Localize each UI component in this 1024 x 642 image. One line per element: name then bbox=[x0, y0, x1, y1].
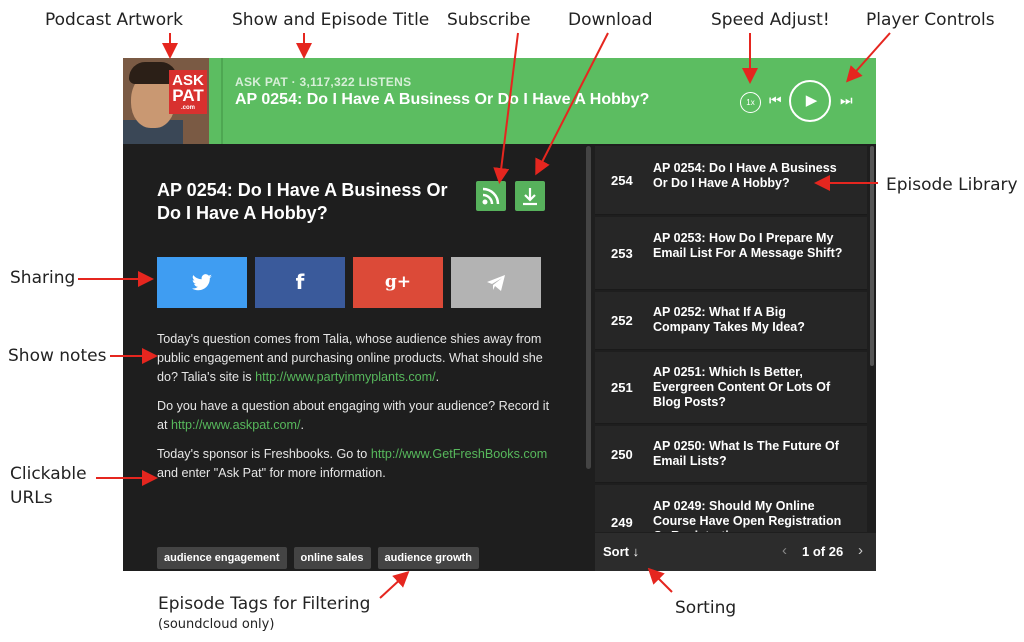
episode-number: 254 bbox=[611, 173, 633, 188]
podcast-player: ASK PAT .com ASK PAT · 3,117,322 LISTENS… bbox=[123, 58, 876, 571]
episode-library: 254 AP 0254: Do I Have A Business Or Do … bbox=[595, 146, 867, 532]
notes-paragraph-1: Today's question comes from Talia, whose… bbox=[157, 330, 557, 387]
callout-player-controls: Player Controls bbox=[866, 10, 995, 30]
library-row[interactable]: 249 AP 0249: Should My Online Course Hav… bbox=[595, 485, 867, 532]
download-button[interactable] bbox=[515, 181, 545, 211]
header-divider bbox=[221, 58, 223, 144]
chevron-left-icon[interactable]: ‹ bbox=[782, 542, 787, 559]
episode-title-item: AP 0251: Which Is Better, Evergreen Cont… bbox=[653, 365, 831, 409]
library-row[interactable]: 252 AP 0252: What If A Big Company Takes… bbox=[595, 292, 867, 350]
callout-show-episode-title: Show and Episode Title bbox=[232, 10, 430, 30]
tag-audience-growth[interactable]: audience growth bbox=[377, 547, 479, 569]
speed-adjust-button[interactable]: 1x bbox=[740, 92, 761, 113]
episode-tags: audience engagement online sales audience … bbox=[157, 547, 486, 569]
callout-clickable-urls-2: URLs bbox=[10, 488, 53, 508]
callout-sharing: Sharing bbox=[10, 268, 76, 288]
callout-soundcloud-only: (soundcloud only) bbox=[158, 617, 275, 632]
notes-link-askpat[interactable]: http://www.askpat.com/ bbox=[171, 418, 301, 432]
callout-podcast-artwork: Podcast Artwork bbox=[45, 10, 183, 30]
library-row[interactable]: 250 AP 0250: What Is The Future Of Email… bbox=[595, 426, 867, 483]
episode-number: 249 bbox=[611, 515, 633, 530]
callout-episode-tags: Episode Tags for Filtering bbox=[158, 594, 371, 614]
library-row[interactable]: 254 AP 0254: Do I Have A Business Or Do … bbox=[595, 146, 867, 215]
episode-title-item: AP 0250: What Is The Future Of Email Lis… bbox=[653, 439, 839, 468]
notes-link-getfreshbooks[interactable]: http://www.GetFreshBooks.com bbox=[371, 447, 547, 461]
notes-paragraph-2: Do you have a question about engaging wi… bbox=[157, 397, 557, 435]
callout-sorting: Sorting bbox=[675, 598, 737, 618]
player-header: ASK PAT .com ASK PAT · 3,117,322 LISTENS… bbox=[123, 58, 876, 144]
episode-title-item: AP 0254: Do I Have A Business Or Do I Ha… bbox=[653, 161, 837, 190]
notes-text: . bbox=[435, 370, 440, 384]
arrow-down-icon: ↓ bbox=[632, 544, 640, 559]
callout-show-notes: Show notes bbox=[8, 346, 107, 366]
callout-episode-library: Episode Library bbox=[886, 175, 1018, 195]
chevron-right-icon[interactable]: › bbox=[858, 542, 863, 559]
episode-title-item: AP 0249: Should My Online Course Have Op… bbox=[653, 499, 842, 532]
show-notes: Today's question comes from Talia, whose… bbox=[157, 330, 557, 493]
notes-paragraph-3: Today's sponsor is Freshbooks. Go to htt… bbox=[157, 445, 557, 483]
next-icon[interactable]: ⏭ bbox=[840, 92, 853, 109]
episode-title-item: AP 0252: What If A Big Company Takes My … bbox=[653, 305, 805, 334]
callout-speed-adjust: Speed Adjust! bbox=[711, 10, 830, 30]
episode-number: 253 bbox=[611, 246, 633, 261]
subscribe-button[interactable] bbox=[476, 181, 506, 211]
share-telegram-button[interactable] bbox=[451, 257, 541, 308]
library-footer: Sort ↓ ‹ 1 of 26 › bbox=[595, 533, 876, 571]
facebook-icon: f bbox=[295, 270, 305, 294]
episode-number: 252 bbox=[611, 313, 633, 328]
tag-online-sales[interactable]: online sales bbox=[293, 547, 371, 569]
notes-text: . bbox=[300, 418, 305, 432]
askpat-logo: ASK PAT .com bbox=[169, 70, 207, 114]
library-row[interactable]: 253 AP 0253: How Do I Prepare My Email L… bbox=[595, 217, 867, 290]
previous-icon[interactable]: ⏮ bbox=[769, 92, 782, 109]
library-row[interactable]: 251 AP 0251: Which Is Better, Evergreen … bbox=[595, 352, 867, 424]
library-scrollbar[interactable] bbox=[870, 146, 874, 366]
notes-text: Today's sponsor is Freshbooks. Go to bbox=[157, 447, 371, 461]
telegram-icon bbox=[487, 274, 505, 291]
sort-label: Sort bbox=[603, 544, 629, 559]
logo-line-3: .com bbox=[180, 105, 195, 111]
episode-title: AP 0254: Do I Have A Business Or Do I Ha… bbox=[157, 180, 448, 223]
episode-title-item: AP 0253: How Do I Prepare My Email List … bbox=[653, 231, 843, 260]
episode-number: 251 bbox=[611, 380, 633, 395]
episode-number: 250 bbox=[611, 447, 633, 462]
podcast-artwork[interactable]: ASK PAT .com bbox=[123, 58, 209, 144]
header-episode-title: AP 0254: Do I Have A Business Or Do I Ha… bbox=[235, 91, 650, 108]
share-google-plus-button[interactable]: g+ bbox=[353, 257, 443, 308]
play-button[interactable]: ▶ bbox=[789, 80, 831, 122]
sort-button[interactable]: Sort ↓ bbox=[603, 544, 639, 559]
notes-link-partyinmyplants[interactable]: http://www.partyinmyplants.com/ bbox=[255, 370, 436, 384]
twitter-icon bbox=[192, 273, 212, 290]
tag-audience-engagement[interactable]: audience engagement bbox=[157, 547, 287, 569]
notes-text: and enter "Ask Pat" for more information… bbox=[157, 466, 386, 480]
logo-line-2: PAT bbox=[172, 86, 204, 105]
callout-clickable-urls-1: Clickable bbox=[10, 464, 87, 484]
share-facebook-button[interactable]: f bbox=[255, 257, 345, 308]
google-plus-icon: g+ bbox=[384, 272, 412, 292]
pagination-label: 1 of 26 bbox=[802, 544, 844, 559]
play-icon: ▶ bbox=[805, 92, 818, 109]
callout-subscribe: Subscribe bbox=[447, 10, 531, 30]
callout-download: Download bbox=[568, 10, 653, 30]
show-listens: ASK PAT · 3,117,322 LISTENS bbox=[235, 75, 412, 89]
notes-scrollbar[interactable] bbox=[586, 146, 591, 469]
share-twitter-button[interactable] bbox=[157, 257, 247, 308]
rss-icon bbox=[482, 187, 500, 205]
download-icon bbox=[523, 188, 537, 206]
